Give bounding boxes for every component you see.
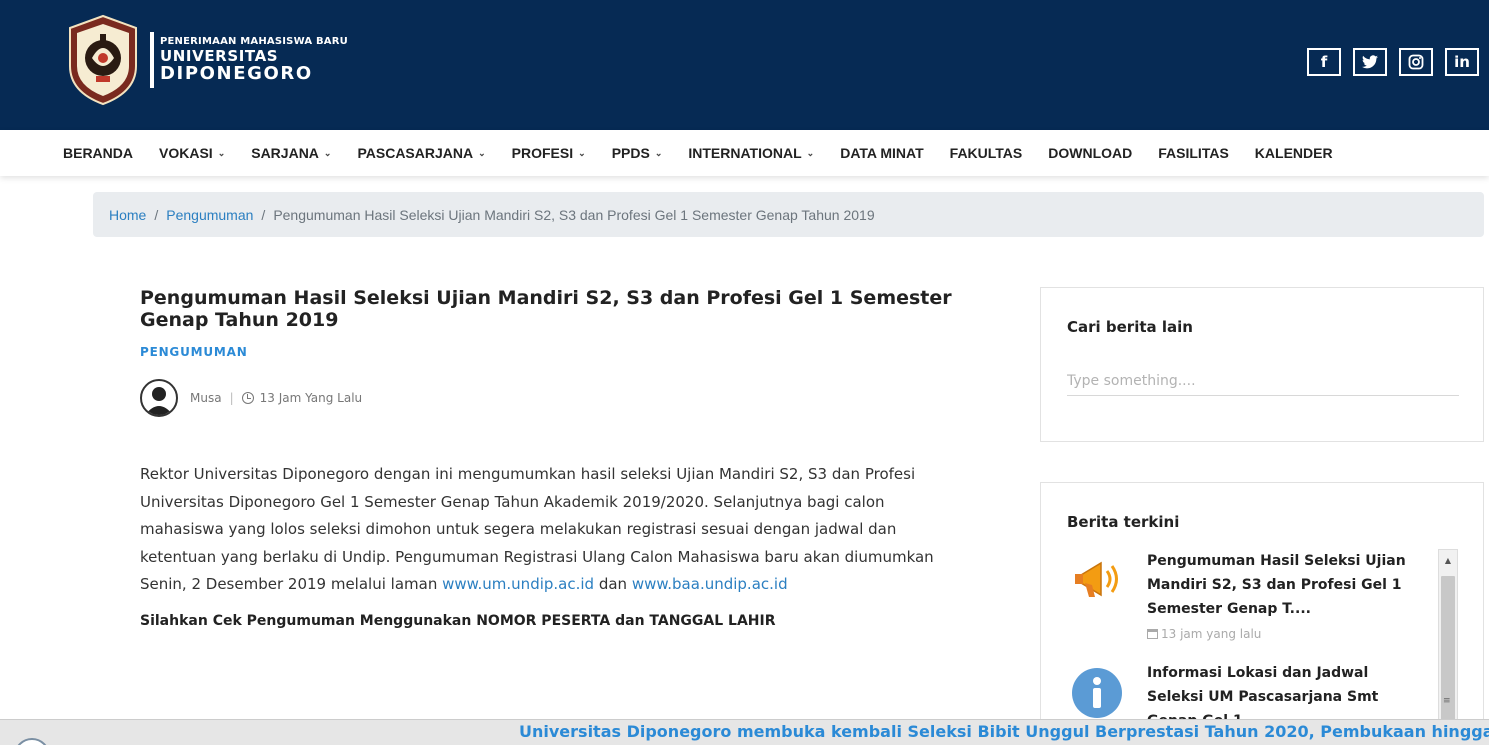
- ticker-text[interactable]: Universitas Diponegoro membuka kembali S…: [519, 722, 1489, 741]
- logo-divider: [150, 32, 154, 88]
- calendar-icon: [1147, 629, 1158, 639]
- nav-item-data-minat[interactable]: DATA MINAT: [840, 145, 923, 161]
- chevron-down-icon: ⌄: [806, 147, 815, 158]
- nav-item-fakultas[interactable]: FAKULTAS: [950, 145, 1023, 161]
- article: Pengumuman Hasil Seleksi Ujian Mandiri S…: [140, 287, 980, 629]
- news-item-date-text: 13 jam yang lalu: [1161, 627, 1262, 641]
- instagram-icon[interactable]: [1399, 48, 1433, 76]
- news-scrollbar[interactable]: ▲ ≡: [1438, 549, 1458, 745]
- chevron-down-icon: ⌄: [217, 147, 226, 158]
- breadcrumb: Home / Pengumuman / Pengumuman Hasil Sel…: [93, 192, 1484, 237]
- twitter-icon[interactable]: [1353, 48, 1387, 76]
- logo-text: PENERIMAAN MAHASISWA BARU UNIVERSITAS DI…: [160, 36, 348, 84]
- breadcrumb-separator: /: [154, 206, 159, 223]
- breadcrumb-current: Pengumuman Hasil Seleksi Ujian Mandiri S…: [273, 206, 875, 223]
- scroll-thumb[interactable]: [1441, 576, 1455, 736]
- search-input[interactable]: [1067, 366, 1459, 396]
- ticker-logo-icon: [14, 738, 50, 745]
- article-category[interactable]: PENGUMUMAN: [140, 345, 980, 359]
- chevron-down-icon: ⌄: [323, 147, 332, 158]
- search-widget: Cari berita lain: [1040, 287, 1484, 442]
- logo-line-2: UNIVERSITAS: [160, 47, 279, 65]
- info-icon: [1067, 661, 1127, 721]
- nav-item-pascasarjana[interactable]: PASCASARJANA ⌄: [357, 145, 485, 161]
- nav-item-international[interactable]: INTERNATIONAL ⌄: [688, 145, 814, 161]
- author-name[interactable]: Musa: [190, 391, 222, 405]
- body-text-prefix: Rektor Universitas Diponegoro dengan ini…: [140, 465, 934, 593]
- breadcrumb-home-link[interactable]: Home: [109, 207, 146, 223]
- breadcrumb-section-link[interactable]: Pengumuman: [166, 207, 253, 223]
- chevron-down-icon: ⌄: [578, 147, 586, 158]
- article-meta: Musa | 13 Jam Yang Lalu: [140, 379, 980, 417]
- nav-item-fasilitas[interactable]: FASILITAS: [1158, 145, 1229, 161]
- breadcrumb-separator: /: [261, 206, 266, 223]
- list-item[interactable]: Pengumuman Hasil Seleksi Ujian Mandiri S…: [1067, 549, 1427, 641]
- megaphone-icon: [1067, 549, 1127, 609]
- chevron-down-icon: ⌄: [654, 147, 663, 158]
- facebook-icon[interactable]: f: [1307, 48, 1341, 76]
- scroll-up-arrow-icon[interactable]: ▲: [1439, 550, 1457, 570]
- article-title: Pengumuman Hasil Seleksi Ujian Mandiri S…: [140, 287, 952, 331]
- meta-divider: |: [229, 391, 234, 405]
- site-header: PENERIMAAN MAHASISWA BARU UNIVERSITAS DI…: [0, 0, 1489, 130]
- nav-item-kalender[interactable]: KALENDER: [1255, 145, 1333, 161]
- nav-item-vokasi[interactable]: VOKASI ⌄: [159, 145, 225, 161]
- article-cta: Silahkan Cek Pengumuman Menggunakan NOMO…: [140, 612, 776, 629]
- clock-icon: [241, 392, 254, 404]
- site-logo[interactable]: PENERIMAAN MAHASISWA BARU UNIVERSITAS DI…: [66, 14, 348, 106]
- social-links: f in: [1307, 48, 1479, 76]
- search-widget-title: Cari berita lain: [1067, 318, 1193, 336]
- news-item-title[interactable]: Pengumuman Hasil Seleksi Ujian Mandiri S…: [1147, 549, 1427, 621]
- news-item-date: 13 jam yang lalu: [1147, 627, 1427, 641]
- nav-item-ppds[interactable]: PPDS ⌄: [612, 145, 663, 161]
- news-ticker: Universitas Diponegoro membuka kembali S…: [0, 719, 1489, 745]
- news-list: Pengumuman Hasil Seleksi Ujian Mandiri S…: [1067, 549, 1427, 745]
- logo-line-1: PENERIMAAN MAHASISWA BARU: [160, 36, 348, 47]
- main-nav: BERANDA VOKASI ⌄ SARJANA ⌄ PASCASARJANA ⌄ P…: [0, 130, 1489, 176]
- nav-item-sarjana[interactable]: SARJANA ⌄: [251, 145, 331, 161]
- linkedin-icon[interactable]: in: [1445, 48, 1479, 76]
- nav-item-download[interactable]: DOWNLOAD: [1048, 145, 1132, 161]
- scroll-grip-icon: ≡: [1443, 696, 1451, 706]
- avatar: [140, 379, 178, 417]
- body-text-mid: dan: [594, 575, 632, 593]
- nav-item-beranda[interactable]: BERANDA: [63, 145, 133, 161]
- post-time: 13 Jam Yang Lalu: [259, 391, 363, 405]
- baa-undip-link[interactable]: www.baa.undip.ac.id: [632, 575, 788, 593]
- latest-news-widget: Berita terkini Pengumuman Hasil Seleksi …: [1040, 482, 1484, 745]
- logo-line-3: DIPONEGORO: [160, 63, 313, 84]
- university-seal-icon: [66, 14, 140, 106]
- nav-item-profesi[interactable]: PROFESI ⌄: [512, 145, 586, 161]
- chevron-down-icon: ⌄: [478, 147, 486, 158]
- um-undip-link[interactable]: www.um.undip.ac.id: [442, 575, 594, 593]
- news-item-body: Pengumuman Hasil Seleksi Ujian Mandiri S…: [1147, 549, 1427, 641]
- news-widget-title: Berita terkini: [1067, 513, 1180, 531]
- article-body: Rektor Universitas Diponegoro dengan ini…: [140, 461, 970, 599]
